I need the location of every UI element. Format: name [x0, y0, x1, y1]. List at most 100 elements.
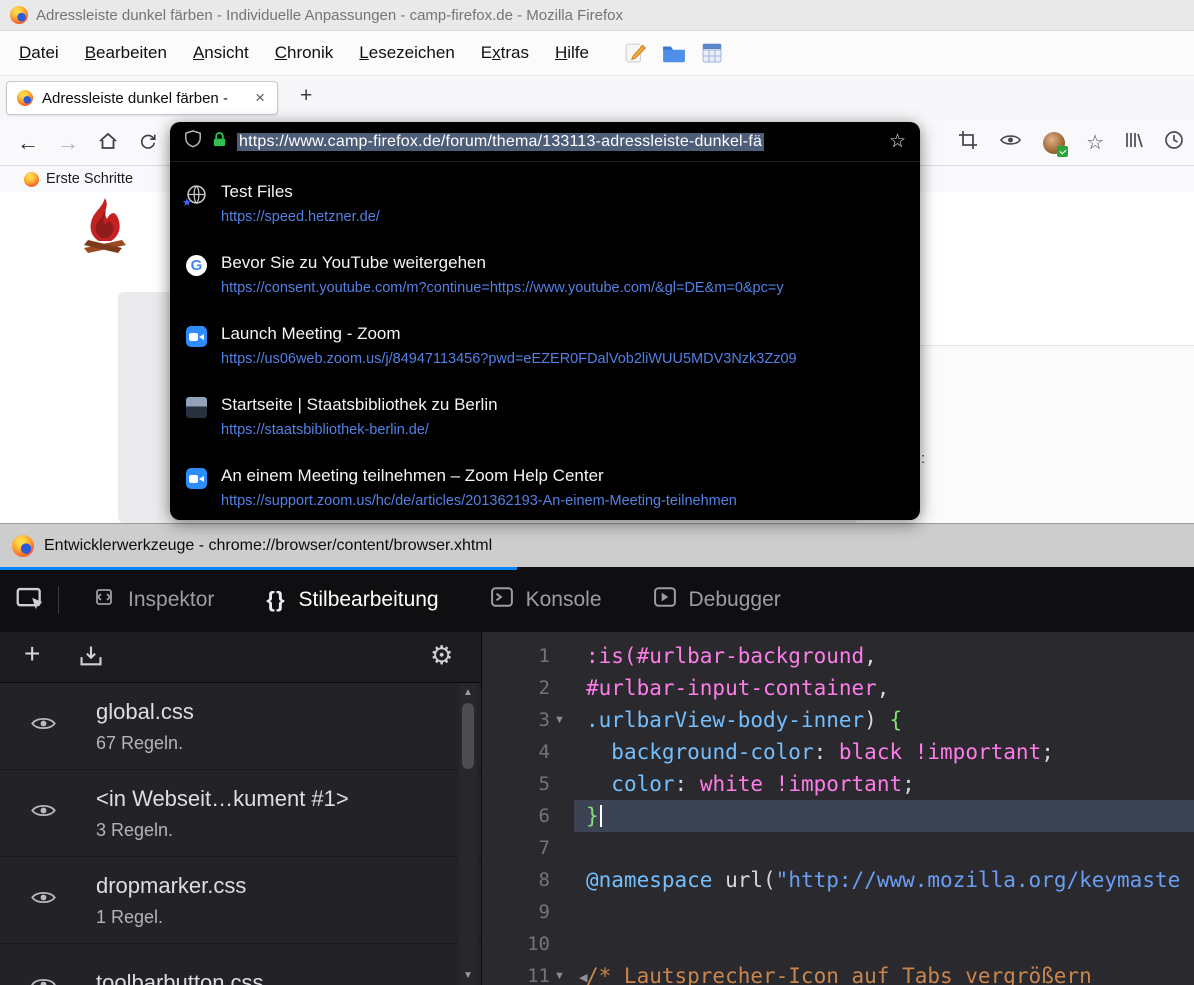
stylesheet-meta: dropmarker.css 1 Regel. [96, 873, 481, 928]
toolbar-icons: ☆ [958, 120, 1184, 165]
suggestion-title: Launch Meeting - Zoom [221, 324, 904, 344]
menu-item[interactable]: Extras [468, 43, 542, 63]
stylesheet-item[interactable]: <in Webseit…kument #1> 3 Regeln. [0, 770, 481, 857]
style-editor-braces-icon: {} [266, 587, 285, 612]
scroll-down-arrow-icon[interactable]: ▼ [459, 970, 477, 981]
fold-caret-icon[interactable]: ▼ [554, 970, 568, 982]
notes-pencil-icon[interactable] [624, 42, 646, 64]
library-icon[interactable] [1125, 132, 1143, 153]
devtools-tab[interactable]: Konsole [465, 567, 628, 632]
tab-close-button[interactable]: × [253, 88, 267, 108]
visibility-eye-icon[interactable] [30, 803, 57, 824]
https-lock-icon[interactable] [212, 131, 227, 153]
code-token [586, 736, 611, 768]
menu-item[interactable]: Datei [6, 43, 72, 63]
menu-label-accel: B [85, 43, 96, 62]
fold-caret-icon[interactable]: ▼ [554, 714, 568, 726]
code-text: #urlbar-input-container, [574, 672, 1194, 704]
css-editor[interactable]: 1 ▼ :is(#urlbar-background, 2 ▼ #urlbar-… [481, 632, 1194, 985]
menu-item[interactable]: Chronik [262, 43, 347, 63]
urlbar[interactable]: https://www.camp-firefox.de/forum/thema/… [170, 122, 920, 162]
menu-item[interactable]: Hilfe [542, 43, 602, 63]
menu-label-accel: C [275, 43, 287, 62]
table-grid-icon[interactable] [702, 43, 722, 63]
folder-icon[interactable] [662, 43, 686, 63]
desktop: Adressleiste dunkel färben - Individuell… [0, 0, 1194, 985]
home-button[interactable] [88, 130, 128, 156]
bookmark-star-icon[interactable]: ☆ [889, 130, 906, 153]
history-clock-icon[interactable] [1164, 130, 1184, 155]
stylesheet-name: <in Webseit…kument #1> [96, 786, 481, 812]
stylesheet-list-scrollbar[interactable]: ▲ ▼ [459, 683, 477, 985]
gutter: 9 ▼ [482, 896, 574, 928]
url-suggestion[interactable]: ★ Test Files https://speed.hetzner.de/ [170, 170, 920, 241]
new-stylesheet-button[interactable]: + [24, 638, 40, 670]
stylesheet-list: global.css 67 Regeln. <in Webseit…kument… [0, 683, 481, 985]
suggestion-favicon: G [186, 253, 208, 312]
menu-item[interactable]: Lesezeichen [346, 43, 467, 63]
scrollbar-thumb[interactable] [462, 703, 474, 769]
menu-item[interactable]: Ansicht [180, 43, 262, 63]
tracking-protection-shield-icon[interactable] [184, 130, 202, 153]
text-cursor [600, 805, 602, 827]
suggestion-url: https://consent.youtube.com/m?continue=h… [221, 280, 904, 296]
line-number: 2 [539, 672, 550, 704]
stylesheet-item[interactable]: global.css 67 Regeln. [0, 683, 481, 770]
firefox-icon [17, 90, 33, 106]
line-number: 3 [539, 704, 550, 736]
hscroll-left-arrow-icon[interactable]: ◀ [579, 971, 587, 984]
line-number: 9 [539, 896, 550, 928]
code-token: ; [1041, 736, 1054, 768]
menu-label-part: E [481, 43, 492, 62]
options-gear-icon[interactable]: ⚙ [430, 640, 453, 671]
tab-bar: Adressleiste dunkel färben - × + [0, 76, 1194, 120]
menu-label-part: earbeiten [96, 43, 167, 62]
stylesheet-item[interactable]: toolbarbutton.css [0, 944, 481, 985]
window-titlebar[interactable]: Adressleiste dunkel färben - Individuell… [0, 0, 1194, 31]
url-input[interactable]: https://www.camp-firefox.de/forum/thema/… [237, 133, 873, 151]
bookmarked-star-badge: ★ [182, 196, 192, 209]
forward-button[interactable]: → [48, 130, 88, 156]
devtools-tab[interactable]: Inspektor [67, 567, 240, 632]
screenshot-crop-icon[interactable] [958, 130, 978, 155]
element-picker-icon[interactable] [16, 587, 46, 613]
devtools-tab-icon [93, 588, 115, 611]
url-suggestion[interactable]: An einem Meeting teilnehmen – Zoom Help … [170, 454, 920, 520]
new-tab-button[interactable]: + [292, 84, 320, 108]
suggestion-text: Startseite | Staatsbibliothek zu Berlin … [221, 395, 904, 454]
code-line: 11 ▼ /* Lautsprecher-Icon auf Tabs vergr… [482, 960, 1194, 985]
code-text: /* Lautsprecher-Icon auf Tabs vergrößern [574, 960, 1194, 985]
stylesheet-item[interactable]: dropmarker.css 1 Regel. [0, 857, 481, 944]
zoom-favicon [186, 468, 207, 489]
url-suggestion[interactable]: G Bevor Sie zu YouTube weitergehen https… [170, 241, 920, 312]
code-token: :is( [586, 640, 637, 672]
browser-tab[interactable]: Adressleiste dunkel färben - × [6, 81, 278, 115]
back-button[interactable]: ← [8, 130, 48, 156]
bookmarks-star-icon[interactable]: ☆ [1086, 130, 1104, 155]
devtools-tab[interactable]: Debugger [628, 567, 807, 632]
debugger-icon [654, 587, 676, 607]
devtools-title: Entwicklerwerkzeuge - chrome://browser/c… [44, 537, 492, 555]
devtools-titlebar[interactable]: Entwicklerwerkzeuge - chrome://browser/c… [0, 523, 1194, 567]
url-suggestion[interactable]: Launch Meeting - Zoom https://us06web.zo… [170, 312, 920, 383]
reload-button[interactable] [128, 130, 168, 156]
devtools-tab[interactable]: {} Stilbearbeitung [240, 567, 464, 632]
code-token: white !important [700, 768, 902, 800]
extension-avatar-icon[interactable] [1043, 132, 1065, 154]
code-line: 9 ▼ [482, 896, 1194, 928]
code-token [712, 864, 725, 896]
bookmark-erste-schritte[interactable]: Erste Schritte [46, 171, 133, 187]
firefox-bookmark-icon [24, 172, 39, 187]
window-title: Adressleiste dunkel färben - Individuell… [36, 7, 623, 24]
visibility-eye-icon[interactable] [30, 977, 57, 985]
import-stylesheet-icon[interactable] [78, 644, 104, 673]
visibility-eye-icon[interactable] [30, 716, 57, 737]
visibility-eye-icon[interactable] [30, 890, 57, 911]
code-token: { [889, 704, 902, 736]
tab-title: Adressleiste dunkel färben - [42, 90, 244, 107]
url-suggestion[interactable]: Startseite | Staatsbibliothek zu Berlin … [170, 383, 920, 454]
menu-item[interactable]: Bearbeiten [72, 43, 180, 63]
eye-icon[interactable] [999, 133, 1022, 152]
globe-favicon: ★ [186, 184, 207, 205]
scroll-up-arrow-icon[interactable]: ▲ [459, 687, 477, 698]
